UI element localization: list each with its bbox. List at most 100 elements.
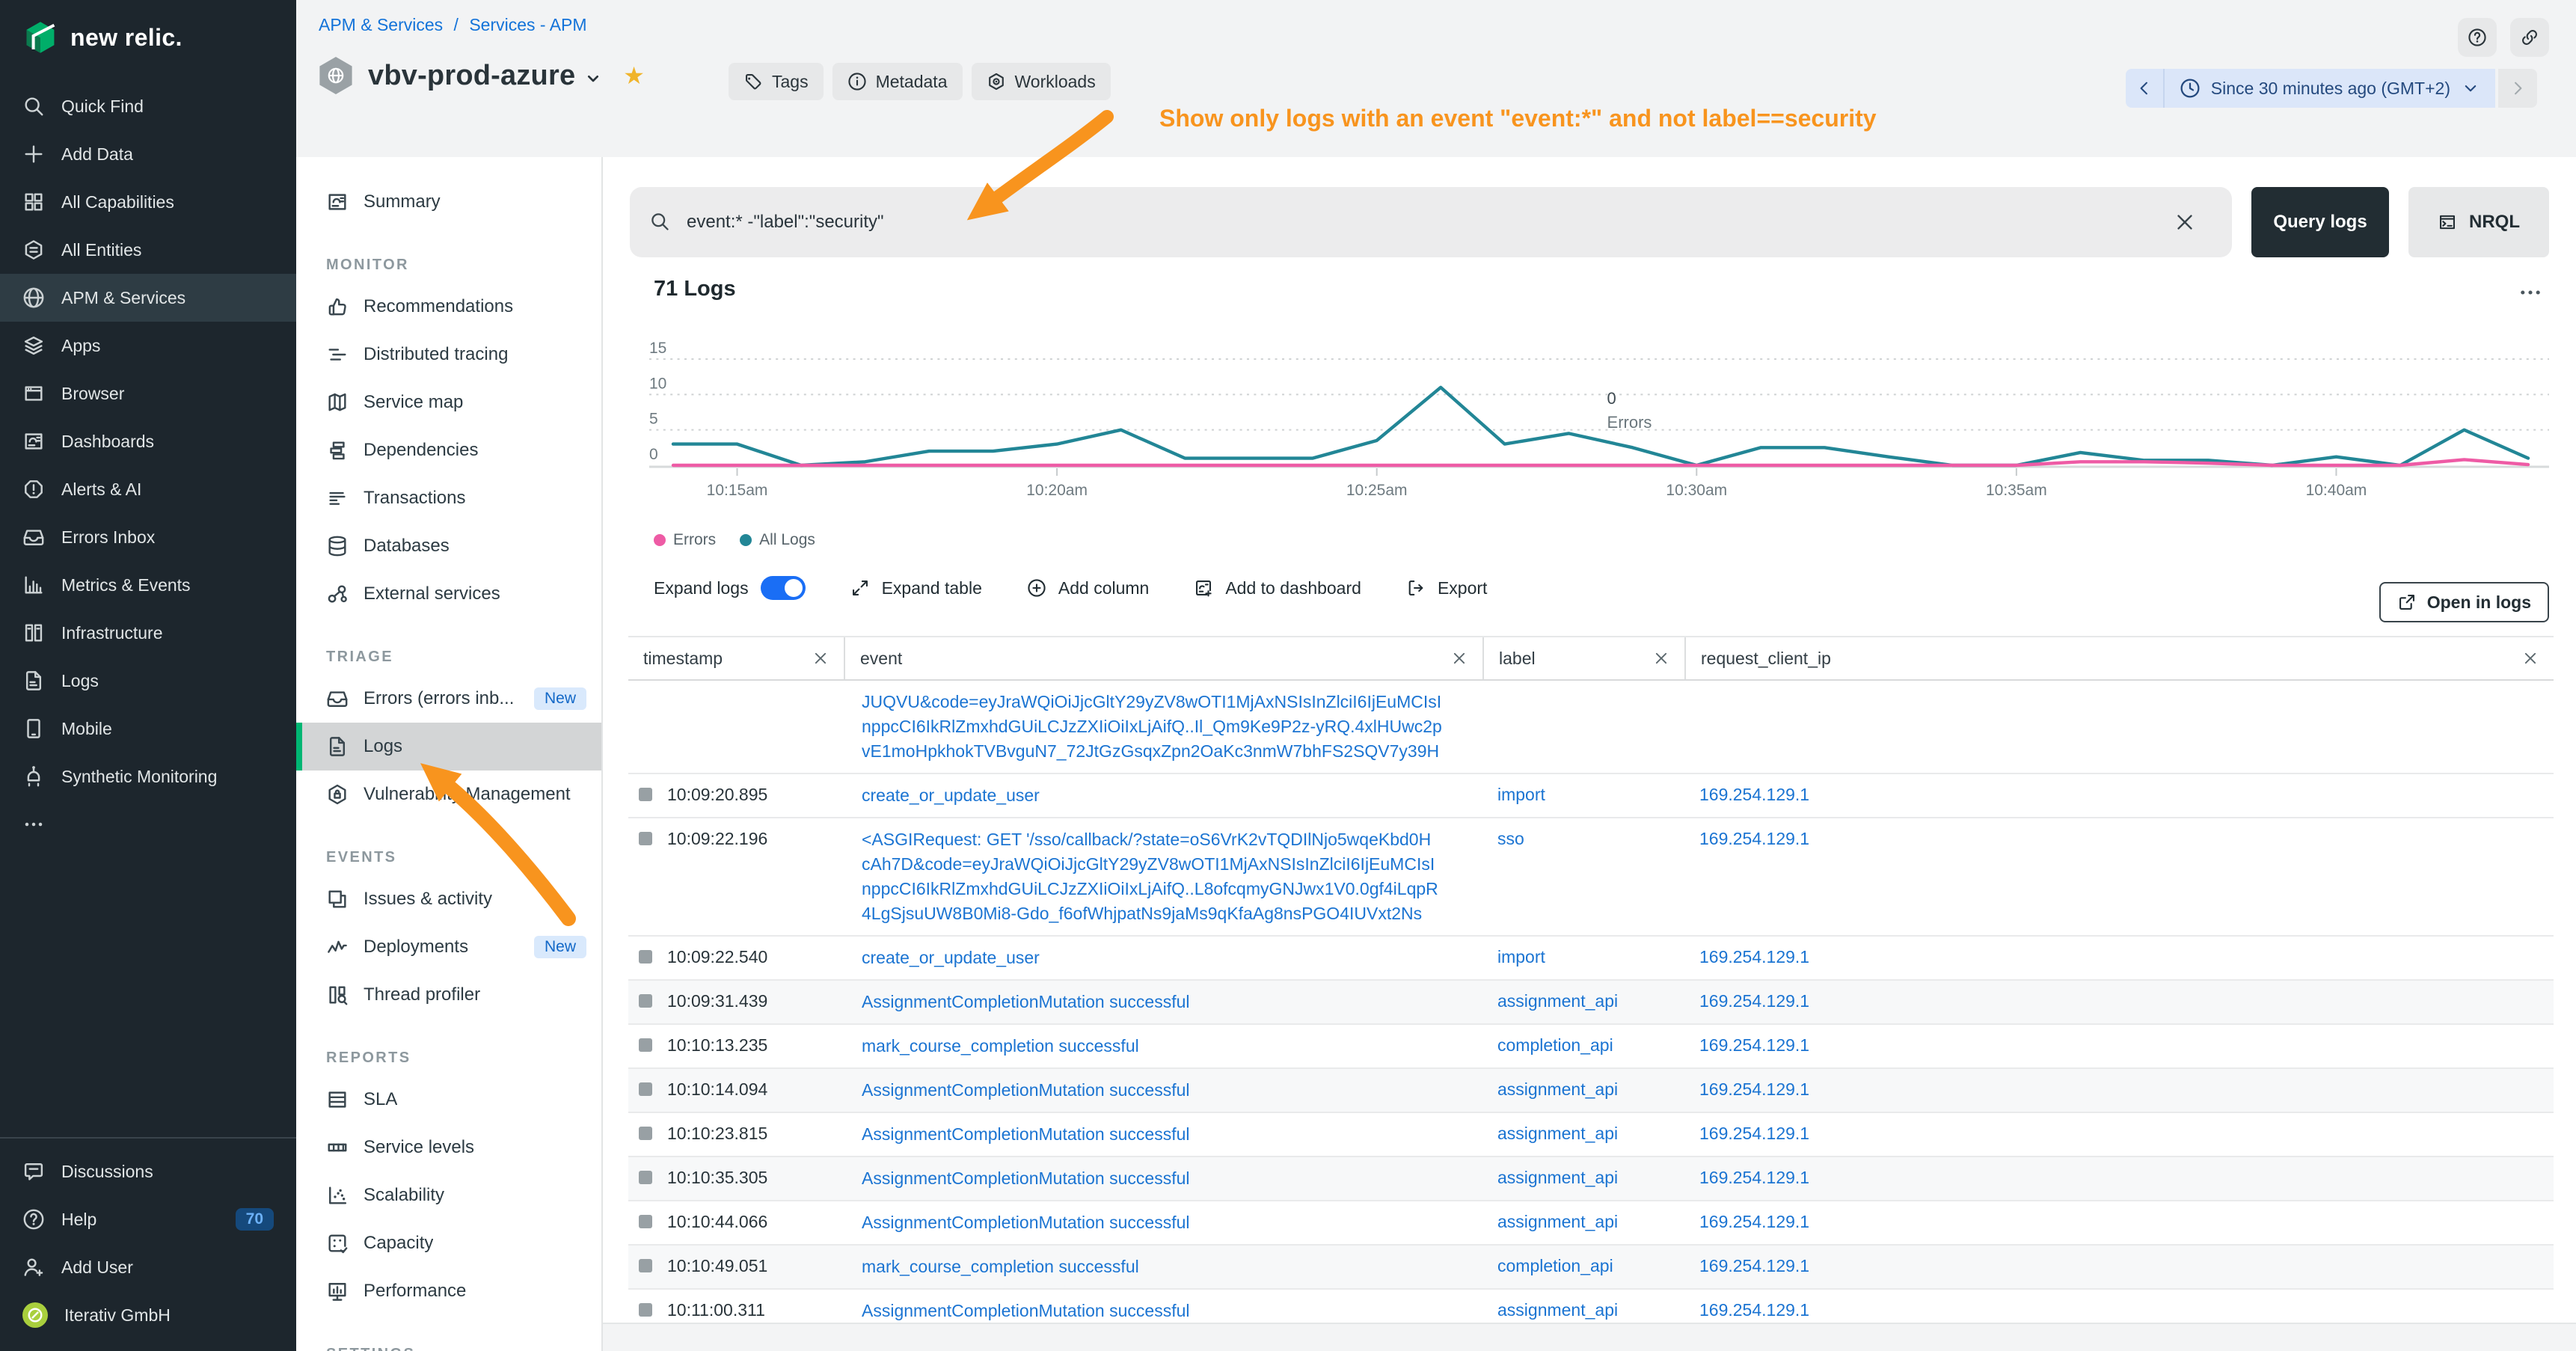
subnav-item-vulnerability-management[interactable]: Vulnerability Management [296, 771, 601, 818]
log-label-link[interactable]: completion_api [1497, 1035, 1613, 1055]
logs-line-chart[interactable]: 05101510:15am10:20am10:25am10:30am10:35a… [628, 334, 2549, 528]
log-request-ip-link[interactable]: 169.254.129.1 [1699, 1168, 1809, 1187]
subnav-item-errors-errors-inb[interactable]: Errors (errors inb...New [296, 675, 601, 723]
legend-item-all-logs[interactable]: All Logs [740, 531, 815, 549]
sidebar-item-logs[interactable]: Logs [0, 657, 296, 705]
metadata-button[interactable]: Metadata [832, 63, 963, 100]
log-event-link[interactable]: AssignmentCompletionMutation successful [862, 1080, 1189, 1100]
export-button[interactable]: Export [1406, 578, 1487, 598]
add-column-button[interactable]: Add column [1027, 578, 1149, 598]
favorite-star-icon[interactable]: ★ [623, 64, 645, 88]
log-request-ip-link[interactable]: 169.254.129.1 [1699, 991, 1809, 1011]
row-checkbox[interactable] [639, 1171, 652, 1184]
log-label-link[interactable]: sso [1497, 829, 1524, 848]
log-label-link[interactable]: completion_api [1497, 1256, 1613, 1275]
sidebar-item-all-entities[interactable]: All Entities [0, 226, 296, 274]
log-search-input[interactable] [630, 187, 2232, 257]
sidebar-item-more[interactable] [0, 800, 296, 848]
row-checkbox[interactable] [639, 1127, 652, 1140]
subnav-item-dependencies[interactable]: Dependencies [296, 426, 601, 474]
remove-column-request-client-ip-button[interactable] [2522, 650, 2539, 667]
log-label-link[interactable]: assignment_api [1497, 1168, 1618, 1187]
subnav-item-deployments[interactable]: DeploymentsNew [296, 923, 601, 971]
subnav-item-logs[interactable]: Logs [296, 723, 601, 771]
log-label-link[interactable]: assignment_api [1497, 1079, 1618, 1099]
sidebar-item-errors-inbox[interactable]: Errors Inbox [0, 513, 296, 561]
row-checkbox[interactable] [639, 1215, 652, 1228]
log-request-ip-link[interactable]: 169.254.129.1 [1699, 1256, 1809, 1275]
log-request-ip-link[interactable]: 169.254.129.1 [1699, 1035, 1809, 1055]
subnav-item-sla[interactable]: SLA [296, 1076, 601, 1124]
sidebar-item-infrastructure[interactable]: Infrastructure [0, 609, 296, 657]
log-request-ip-link[interactable]: 169.254.129.1 [1699, 829, 1809, 848]
title-chevron-down-icon[interactable] [584, 70, 602, 88]
log-event-link[interactable]: JUQVU&code=eyJraWQiOiJjcGltY29yZV8wOTI1M… [862, 692, 1442, 761]
sidebar-item-apm-services[interactable]: APM & Services [0, 274, 296, 322]
log-event-link[interactable]: AssignmentCompletionMutation successful [862, 1301, 1189, 1320]
sidebar-item-quick-find[interactable]: Quick Find [0, 82, 296, 130]
breadcrumb-services-apm[interactable]: Services - APM [469, 15, 586, 34]
log-event-link[interactable]: AssignmentCompletionMutation successful [862, 992, 1189, 1011]
log-request-ip-link[interactable]: 169.254.129.1 [1699, 785, 1809, 804]
subnav-item-capacity[interactable]: Capacity [296, 1219, 601, 1267]
sidebar-item-discussions[interactable]: Discussions [0, 1148, 296, 1195]
log-label-link[interactable]: assignment_api [1497, 1124, 1618, 1143]
subnav-item-issues-activity[interactable]: Issues & activity [296, 875, 601, 923]
add-to-dashboard-button[interactable]: Add to dashboard [1194, 578, 1361, 598]
sidebar-item-alerts-ai[interactable]: Alerts & AI [0, 465, 296, 513]
log-event-link[interactable]: <ASGIRequest: GET '/sso/callback/?state=… [862, 830, 1438, 923]
row-checkbox[interactable] [639, 1303, 652, 1317]
open-in-logs-button[interactable]: Open in logs [2379, 582, 2549, 622]
copy-link-button[interactable] [2510, 18, 2549, 57]
time-picker-next-button[interactable] [2498, 69, 2537, 108]
nrql-button[interactable]: NRQL [2408, 187, 2549, 257]
time-picker-dropdown[interactable]: Since 30 minutes ago (GMT+2) [2165, 69, 2495, 108]
log-request-ip-link[interactable]: 169.254.129.1 [1699, 1124, 1809, 1143]
workloads-button[interactable]: Workloads [972, 63, 1111, 100]
expand-logs-toggle[interactable] [761, 576, 806, 600]
subnav-item-service-map[interactable]: Service map [296, 379, 601, 426]
clear-search-button[interactable] [2174, 209, 2199, 235]
log-event-link[interactable]: AssignmentCompletionMutation successful [862, 1213, 1189, 1232]
log-event-link[interactable]: AssignmentCompletionMutation successful [862, 1124, 1189, 1144]
help-button[interactable] [2458, 18, 2497, 57]
sidebar-item-metrics-events[interactable]: Metrics & Events [0, 561, 296, 609]
tags-button[interactable]: Tags [729, 63, 824, 100]
time-picker-prev-button[interactable] [2126, 69, 2165, 108]
sidebar-item-dashboards[interactable]: Dashboards [0, 417, 296, 465]
log-request-ip-link[interactable]: 169.254.129.1 [1699, 1300, 1809, 1320]
row-checkbox[interactable] [639, 788, 652, 801]
breadcrumb-apm-services[interactable]: APM & Services [319, 15, 443, 34]
row-checkbox[interactable] [639, 1082, 652, 1096]
log-label-link[interactable]: import [1497, 947, 1545, 966]
query-logs-button[interactable]: Query logs [2251, 187, 2389, 257]
sidebar-item-add-user[interactable]: Add User [0, 1243, 296, 1291]
log-label-link[interactable]: assignment_api [1497, 991, 1618, 1011]
log-event-link[interactable]: create_or_update_user [862, 785, 1040, 805]
remove-column-event-button[interactable] [1451, 650, 1468, 667]
chart-menu-ellipsis-icon[interactable] [2518, 280, 2543, 305]
sidebar-item-synthetic-monitoring[interactable]: Synthetic Monitoring [0, 753, 296, 800]
subnav-item-service-levels[interactable]: Service levels [296, 1124, 601, 1171]
legend-item-errors[interactable]: Errors [654, 531, 716, 549]
remove-column-timestamp-button[interactable] [812, 650, 829, 667]
row-checkbox[interactable] [639, 994, 652, 1008]
log-event-link[interactable]: mark_course_completion successful [862, 1257, 1139, 1276]
subnav-item-external-services[interactable]: External services [296, 570, 601, 618]
subnav-item-distributed-tracing[interactable]: Distributed tracing [296, 331, 601, 379]
row-checkbox[interactable] [639, 832, 652, 845]
sidebar-item-add-data[interactable]: Add Data [0, 130, 296, 178]
expand-table-button[interactable]: Expand table [850, 578, 982, 598]
row-checkbox[interactable] [639, 1259, 652, 1272]
row-checkbox[interactable] [639, 1038, 652, 1052]
sidebar-item-mobile[interactable]: Mobile [0, 705, 296, 753]
log-event-link[interactable]: AssignmentCompletionMutation successful [862, 1168, 1189, 1188]
subnav-item-thread-profiler[interactable]: Thread profiler [296, 971, 601, 1019]
log-label-link[interactable]: import [1497, 785, 1545, 804]
sidebar-item-help[interactable]: Help70 [0, 1195, 296, 1243]
brand[interactable]: new relic. [0, 0, 296, 82]
subnav-item-summary[interactable]: Summary [296, 178, 601, 226]
sidebar-item-apps[interactable]: Apps [0, 322, 296, 370]
row-checkbox[interactable] [639, 950, 652, 964]
log-label-link[interactable]: assignment_api [1497, 1212, 1618, 1231]
